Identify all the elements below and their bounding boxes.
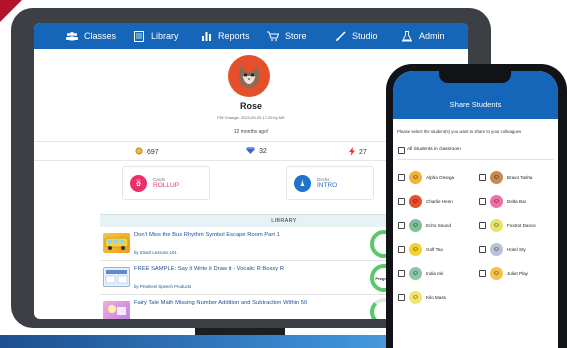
nav-classes[interactable]: Classes bbox=[66, 30, 133, 42]
resource-author[interactable]: by Pinwheel Speech Products bbox=[134, 284, 191, 289]
share-title: Share Students bbox=[449, 100, 502, 109]
student-name: Delta Bar bbox=[507, 199, 527, 204]
flask-icon bbox=[401, 30, 413, 42]
student-checkbox[interactable] bbox=[479, 270, 486, 277]
nav-label: Store bbox=[285, 31, 307, 41]
resource-title[interactable]: FREE SAMPLE: Say it Write it Draw it - V… bbox=[134, 266, 284, 272]
resource-author[interactable]: by Smart Lessons 101 bbox=[134, 250, 177, 255]
student-name: Hotel Sty bbox=[507, 247, 526, 252]
student-checkbox[interactable] bbox=[398, 270, 405, 277]
select-all-checkbox[interactable] bbox=[398, 147, 405, 154]
decks-badge: 1 ♟ bbox=[294, 174, 311, 192]
nav-label: Reports bbox=[218, 31, 250, 41]
student-name: Charlie Henn bbox=[426, 199, 453, 204]
resource-title[interactable]: Don't Miss the Bus Rhythm Symbol Escape … bbox=[134, 232, 280, 238]
nav-store[interactable]: Store bbox=[267, 30, 334, 42]
coins-value: 697 bbox=[147, 148, 159, 156]
resource-title[interactable]: Fairy Tale Math Missing Number Addition … bbox=[134, 300, 307, 306]
student-avatar-icon: ☺ bbox=[409, 195, 422, 208]
cards-tile[interactable]: 32 ✿ Cards ROLLUP bbox=[122, 166, 210, 200]
nav-studio[interactable]: Studio bbox=[334, 30, 401, 42]
nav-label: Studio bbox=[352, 31, 378, 41]
student-avatar-icon: ☺ bbox=[409, 243, 422, 256]
cat-avatar-icon bbox=[239, 65, 259, 88]
student-name: Foxtrot Dance bbox=[507, 223, 536, 228]
student-checkbox[interactable] bbox=[398, 246, 405, 253]
stat-coins: 697 bbox=[135, 147, 159, 157]
cart-icon bbox=[267, 30, 279, 42]
student-checkbox[interactable] bbox=[398, 174, 405, 181]
nav-label: Admin bbox=[419, 31, 445, 41]
bar-chart-icon bbox=[200, 30, 212, 42]
coin-icon bbox=[135, 147, 143, 157]
nav-reports[interactable]: Reports bbox=[200, 30, 267, 42]
student-name: Bravo Tasha bbox=[507, 175, 533, 180]
share-header: Share Students bbox=[393, 71, 558, 119]
divider bbox=[397, 159, 554, 160]
nav-library[interactable]: Library bbox=[133, 30, 200, 42]
student-checkbox[interactable] bbox=[398, 222, 405, 229]
select-all-label: All Students in classroom bbox=[407, 147, 461, 152]
share-instruction: Please select the student(s) you want to… bbox=[397, 129, 522, 134]
group-icon bbox=[66, 30, 78, 42]
book-icon bbox=[133, 30, 145, 42]
student-avatar-icon: ☺ bbox=[409, 171, 422, 184]
rollup-icon: ✿ bbox=[135, 182, 142, 188]
decks-value: INTRO bbox=[317, 182, 338, 189]
bolts-value: 27 bbox=[359, 149, 367, 156]
phone-notch bbox=[439, 71, 511, 83]
brush-icon bbox=[334, 30, 346, 42]
bolt-icon bbox=[349, 147, 355, 158]
cards-badge: 32 ✿ bbox=[130, 174, 147, 192]
student-name: Kilo Mass bbox=[426, 295, 446, 300]
resource-thumbnail bbox=[103, 267, 130, 287]
student-checkbox[interactable] bbox=[479, 222, 486, 229]
decks-tile[interactable]: 1 ♟ Decks INTRO bbox=[286, 166, 374, 200]
student-avatar-icon: ☺ bbox=[490, 219, 503, 232]
student-avatar-icon: ☺ bbox=[490, 171, 503, 184]
stat-gems: 32 bbox=[246, 147, 267, 156]
resource-thumbnail bbox=[103, 233, 130, 253]
student-avatar-icon: ☺ bbox=[490, 267, 503, 280]
avatar bbox=[228, 55, 270, 97]
phone-screen: Share Students Please select the student… bbox=[393, 71, 558, 348]
nav-label: Classes bbox=[84, 31, 117, 41]
student-checkbox[interactable] bbox=[398, 294, 405, 301]
gem-icon bbox=[246, 147, 255, 156]
gems-value: 32 bbox=[259, 148, 267, 155]
student-name: Alpha Omega bbox=[426, 175, 455, 180]
person-icon: ♟ bbox=[299, 182, 306, 188]
nav-label: Library bbox=[151, 31, 179, 41]
phone: Share Students Please select the student… bbox=[386, 64, 567, 348]
student-checkbox[interactable] bbox=[398, 198, 405, 205]
stage: Classes Library Reports Store Studio Adm… bbox=[0, 0, 567, 348]
student-name: India Ink bbox=[426, 271, 444, 276]
student-avatar-icon: ☺ bbox=[409, 291, 422, 304]
student-avatar-icon: ☺ bbox=[409, 219, 422, 232]
student-avatar-icon: ☺ bbox=[490, 243, 503, 256]
resource-thumbnail bbox=[103, 301, 130, 319]
nav-admin[interactable]: Admin bbox=[401, 30, 468, 42]
student-checkbox[interactable] bbox=[479, 174, 486, 181]
top-nav: Classes Library Reports Store Studio Adm… bbox=[34, 23, 468, 49]
student-name: Echo Sound bbox=[426, 223, 452, 228]
student-name: Juliet Play bbox=[507, 271, 528, 276]
student-avatar-icon: ☺ bbox=[490, 195, 503, 208]
student-name: Golf Tsa bbox=[426, 247, 443, 252]
stat-bolts: 27 bbox=[349, 147, 367, 158]
student-checkbox[interactable] bbox=[479, 198, 486, 205]
cards-value: ROLLUP bbox=[153, 182, 180, 189]
student-avatar-icon: ☺ bbox=[409, 267, 422, 280]
student-checkbox[interactable] bbox=[479, 246, 486, 253]
